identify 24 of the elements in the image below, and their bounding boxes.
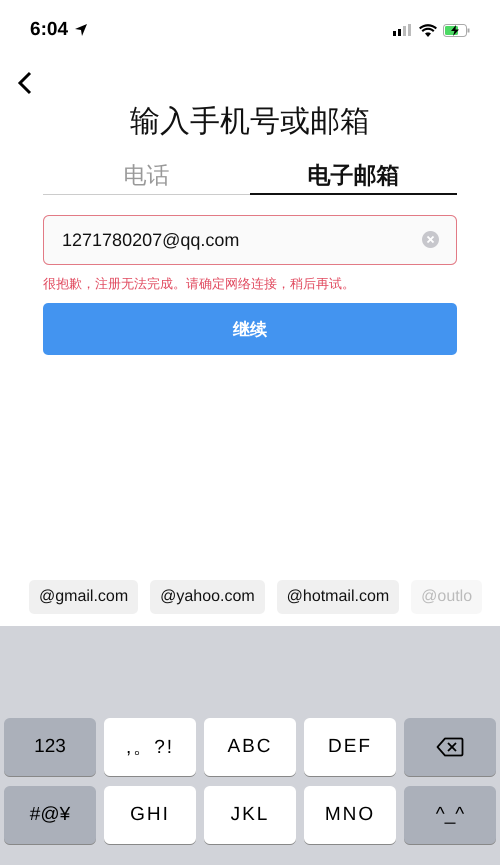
backspace-icon: [436, 737, 464, 757]
email-field[interactable]: 1271780207@qq.com: [43, 215, 457, 265]
keyboard-key[interactable]: 123: [4, 718, 96, 776]
page-title: 输入手机号或邮箱: [129, 104, 371, 140]
delete-key[interactable]: [404, 718, 496, 776]
location-icon: [74, 23, 88, 37]
error-message: 很抱歉，注册无法完成。请确定网络连接，稍后再试。: [43, 275, 356, 293]
keyboard-key[interactable]: GHI: [104, 786, 196, 844]
keyboard-key[interactable]: ^_^: [404, 786, 496, 844]
domain-suggestion[interactable]: @yahoo.com: [150, 580, 265, 614]
battery-charging-icon: [443, 24, 470, 36]
keyboard-key[interactable]: #@¥: [4, 786, 96, 844]
signal-icon: [393, 24, 413, 36]
tab[interactable]: 电子邮箱: [250, 157, 457, 195]
keyboard-key[interactable]: ,。?!: [104, 718, 196, 776]
wifi-icon: [419, 24, 437, 36]
keyboard-key[interactable]: ABC: [204, 718, 296, 776]
domain-suggestion[interactable]: @hotmail.com: [276, 580, 400, 614]
domain-suggestion[interactable]: @gmail.com: [29, 580, 138, 614]
chevron-left-icon: [18, 70, 32, 94]
keyboard-key[interactable]: DEF: [304, 718, 396, 776]
status-time: 6:04: [30, 19, 68, 41]
keyboard-key[interactable]: JKL: [204, 786, 296, 844]
keyboard-key[interactable]: MNO: [304, 786, 396, 844]
